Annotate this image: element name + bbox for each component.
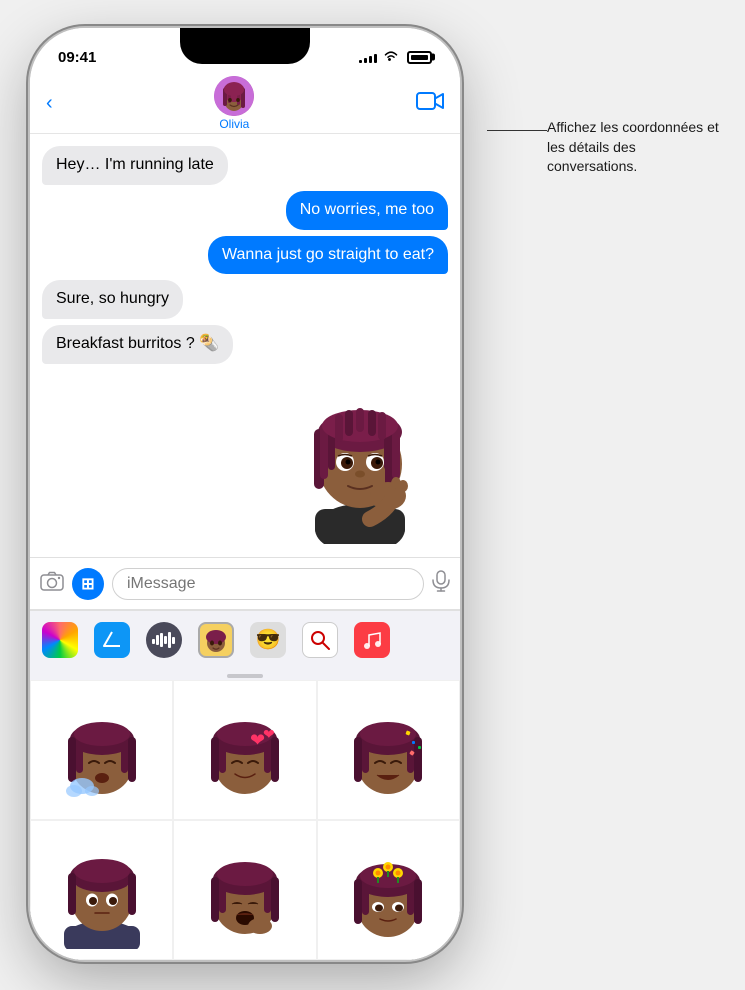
notch [180,28,310,64]
back-button[interactable]: ‹ [46,92,53,115]
message-bubble: Sure, so hungry [42,280,183,319]
status-icons [359,50,432,65]
back-chevron-icon: ‹ [46,92,53,115]
message-bubble: No worries, me too [286,191,448,230]
memoji-item[interactable] [173,820,316,960]
message-bubble: Wanna just go straight to eat? [208,236,448,275]
drag-indicator [30,668,460,680]
annotation-line [487,130,547,131]
battery-icon [407,51,432,64]
message-row: Hey… I'm running late [42,146,448,185]
annotation: Affichez les coordonnées et les détails … [547,118,727,177]
music-app-icon[interactable] [354,622,390,658]
search-app-icon[interactable] [302,622,338,658]
contact-header[interactable]: Olivia [214,76,254,131]
memoji-item[interactable] [317,820,460,960]
avatar-image [214,76,254,116]
memoji-item[interactable] [317,680,460,820]
mic-button[interactable] [432,570,450,598]
nav-header: ‹ [30,78,460,134]
message-row: Wanna just go straight to eat? [42,236,448,275]
memoji-item[interactable]: ❤ ❤ [173,680,316,820]
message-row: Breakfast burritos ? 🌯 [42,325,448,364]
wifi-icon [383,50,399,65]
stickers-app-icon[interactable]: 😎 [250,622,286,658]
memoji-item[interactable] [30,820,173,960]
contact-name: Olivia [219,117,249,131]
microphone-icon [432,570,450,592]
appstore-app-icon[interactable] [94,622,130,658]
video-call-button[interactable] [416,90,444,118]
svg-text:❤: ❤ [263,726,275,742]
camera-button[interactable] [40,571,64,597]
video-camera-icon [416,90,444,112]
message-row: No worries, me too [42,191,448,230]
messages-area: Hey… I'm running late No worries, me too… [30,134,460,557]
phone-frame: 09:41 [30,28,460,960]
camera-icon [40,571,64,591]
status-time: 09:41 [58,49,96,66]
memoji-sticker-row [42,374,448,544]
memoji-item[interactable] [30,680,173,820]
photos-app-icon[interactable] [42,622,78,658]
annotation-text: Affichez les coordonnées et les détails … [547,118,727,177]
message-bubble: Hey… I'm running late [42,146,228,185]
input-bar: ⊞ [30,557,460,609]
message-input[interactable] [112,568,424,600]
app-strip-container: 😎 [30,609,460,680]
message-bubble: Breakfast burritos ? 🌯 [42,325,233,364]
contact-avatar [214,76,254,116]
app-strip: 😎 [30,610,460,668]
apps-button[interactable]: ⊞ [72,568,104,600]
phone-screen: 09:41 [30,28,460,960]
memoji-sticker [280,374,440,544]
memoji-grid: ❤ ❤ [30,680,460,960]
soundboard-app-icon[interactable] [146,622,182,658]
memoji-app-icon[interactable] [198,622,234,658]
message-row: Sure, so hungry [42,280,448,319]
outer-container: 09:41 [0,0,745,990]
signal-icon [359,51,377,63]
